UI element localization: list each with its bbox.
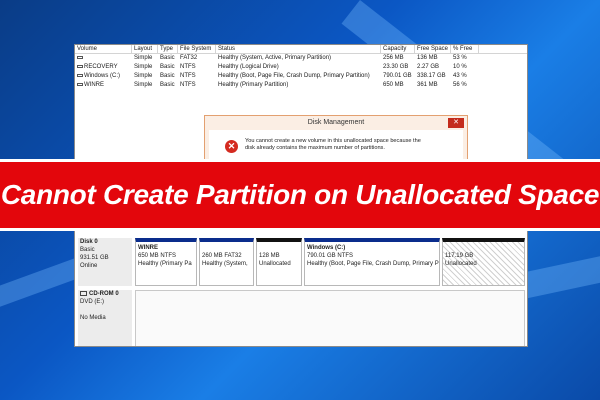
partition-windows-c[interactable]: Windows (C:) 790.01 GB NTFS Healthy (Boo… — [304, 238, 440, 286]
column-header-free-space[interactable]: Free Space — [415, 45, 451, 54]
cd-rom-0-row: CD-ROM 0 DVD (E:) No Media — [75, 290, 527, 346]
layout-cell: Simple — [134, 64, 153, 70]
partition-size: 650 MB NTFS — [138, 253, 177, 259]
partition-winre[interactable]: WINRE 650 MB NTFS Healthy (Primary Pa — [135, 238, 197, 286]
layout-cell: Simple — [134, 73, 153, 79]
partition-size: 117.19 GB — [445, 253, 474, 259]
type-cell: Basic — [160, 64, 175, 70]
volume-table: Volume Layout Type File System Status Ca… — [75, 45, 527, 90]
percent-free-cell: 53 % — [453, 55, 467, 61]
status-cell: Healthy (Logical Drive) — [218, 64, 279, 70]
file-system-cell: NTFS — [180, 73, 196, 79]
dialog-message: You cannot create a new volume in this u… — [245, 138, 455, 152]
table-row[interactable]: Simple Basic FAT32 Healthy (System, Acti… — [75, 54, 527, 63]
partition-status: Healthy (System, — [202, 261, 248, 267]
status-cell: Healthy (Primary Partition) — [218, 82, 289, 88]
percent-free-cell: 43 % — [453, 73, 467, 79]
free-space-cell: 338.17 GB — [417, 73, 446, 79]
layout-cell: Simple — [134, 82, 153, 88]
dialog-title: Disk Management ✕ — [205, 116, 467, 130]
cd-rom-name: CD-ROM 0 — [89, 291, 119, 297]
type-cell: Basic — [160, 73, 175, 79]
partition-status: Unallocated — [445, 261, 477, 267]
partition-status: Healthy (Primary Pa — [138, 261, 192, 267]
partition-name: WINRE — [138, 245, 158, 251]
table-row[interactable]: WINRE Simple Basic NTFS Healthy (Primary… — [75, 81, 527, 90]
disk-type: Basic — [80, 247, 95, 253]
partition-name — [259, 244, 299, 252]
column-header-file-system[interactable]: File System — [178, 45, 216, 54]
status-cell: Healthy (Boot, Page File, Crash Dump, Pr… — [218, 73, 370, 79]
partition-status: Healthy (Boot, Page File, Crash Dump, Pr… — [307, 261, 439, 267]
column-header-status[interactable]: Status — [216, 45, 381, 54]
dialog-message-line: disk already contains the maximum number… — [245, 145, 385, 151]
drive-icon — [77, 64, 83, 68]
drive-icon — [77, 82, 83, 86]
dialog-message-line: You cannot create a new volume in this u… — [245, 138, 421, 144]
percent-free-cell: 10 % — [453, 64, 467, 70]
type-cell: Basic — [160, 55, 175, 61]
partition-size: 790.01 GB NTFS — [307, 253, 354, 259]
disk-status: Online — [80, 263, 98, 269]
column-header-percent-free[interactable]: % Free — [451, 45, 479, 54]
dialog-title-text: Disk Management — [307, 119, 365, 126]
drive-icon — [77, 55, 83, 59]
file-system-cell: FAT32 — [180, 55, 198, 61]
column-header-volume[interactable]: Volume — [75, 45, 132, 54]
column-header-capacity[interactable]: Capacity — [381, 45, 415, 54]
free-space-cell: 2.27 GB — [417, 64, 440, 70]
title-banner: Cannot Create Partition on Unallocated S… — [0, 159, 600, 231]
status-cell: Healthy (System, Active, Primary Partiti… — [218, 55, 332, 61]
capacity-cell: 256 MB — [383, 55, 404, 61]
dialog-body: ✕ You cannot create a new volume in this… — [209, 130, 463, 162]
disk-0-row: Disk 0 Basic 931.51 GB Online WINRE 650 … — [75, 238, 527, 286]
cd-rom-0-label[interactable]: CD-ROM 0 DVD (E:) No Media — [78, 290, 132, 346]
banner-title: Cannot Create Partition on Unallocated S… — [0, 179, 600, 210]
disk-management-dialog: Disk Management ✕ ✕ You cannot create a … — [204, 115, 468, 165]
cd-rom-status: No Media — [80, 315, 106, 321]
disk-name: Disk 0 — [80, 239, 98, 245]
partition-name: Windows (C:) — [307, 245, 346, 251]
volume-name: RECOVERY — [84, 64, 118, 70]
capacity-cell: 790.01 GB — [383, 73, 412, 79]
volume-name: WINRE — [84, 82, 104, 88]
free-space-cell: 136 MB — [417, 55, 438, 61]
partition-unallocated-large[interactable]: 117.19 GB Unallocated — [442, 238, 525, 286]
percent-free-cell: 56 % — [453, 82, 467, 88]
partition-status: Unallocated — [259, 261, 291, 267]
layout-cell: Simple — [134, 55, 153, 61]
partition-bar: WINRE 650 MB NTFS Healthy (Primary Pa 26… — [135, 238, 525, 286]
disk-map: Disk 0 Basic 931.51 GB Online WINRE 650 … — [75, 238, 527, 346]
free-space-cell: 361 MB — [417, 82, 438, 88]
column-header-type[interactable]: Type — [158, 45, 178, 54]
close-icon[interactable]: ✕ — [448, 118, 464, 128]
partition-size: 128 MB — [259, 253, 280, 259]
cd-rom-drive: DVD (E:) — [80, 299, 104, 305]
table-row[interactable]: Windows (C:) Simple Basic NTFS Healthy (… — [75, 72, 527, 81]
partition-system[interactable]: 260 MB FAT32 Healthy (System, — [199, 238, 254, 286]
table-row[interactable]: RECOVERY Simple Basic NTFS Healthy (Logi… — [75, 63, 527, 72]
error-icon: ✕ — [225, 140, 238, 153]
capacity-cell: 650 MB — [383, 82, 404, 88]
type-cell: Basic — [160, 82, 175, 88]
volume-table-header: Volume Layout Type File System Status Ca… — [75, 45, 527, 54]
disk-0-label[interactable]: Disk 0 Basic 931.51 GB Online — [78, 238, 132, 286]
column-header-layout[interactable]: Layout — [132, 45, 158, 54]
volume-name: Windows (C:) — [84, 73, 121, 79]
partition-unallocated-small[interactable]: 128 MB Unallocated — [256, 238, 302, 286]
partition-name — [202, 244, 251, 252]
drive-icon — [77, 73, 83, 77]
partition-name — [445, 244, 522, 252]
partition-size: 260 MB FAT32 — [202, 253, 242, 259]
cd-rom-icon — [80, 290, 87, 296]
file-system-cell: NTFS — [180, 64, 196, 70]
capacity-cell: 23.30 GB — [383, 64, 409, 70]
file-system-cell: NTFS — [180, 82, 196, 88]
cd-rom-volume-area[interactable] — [135, 290, 525, 346]
disk-size: 931.51 GB — [80, 255, 109, 261]
